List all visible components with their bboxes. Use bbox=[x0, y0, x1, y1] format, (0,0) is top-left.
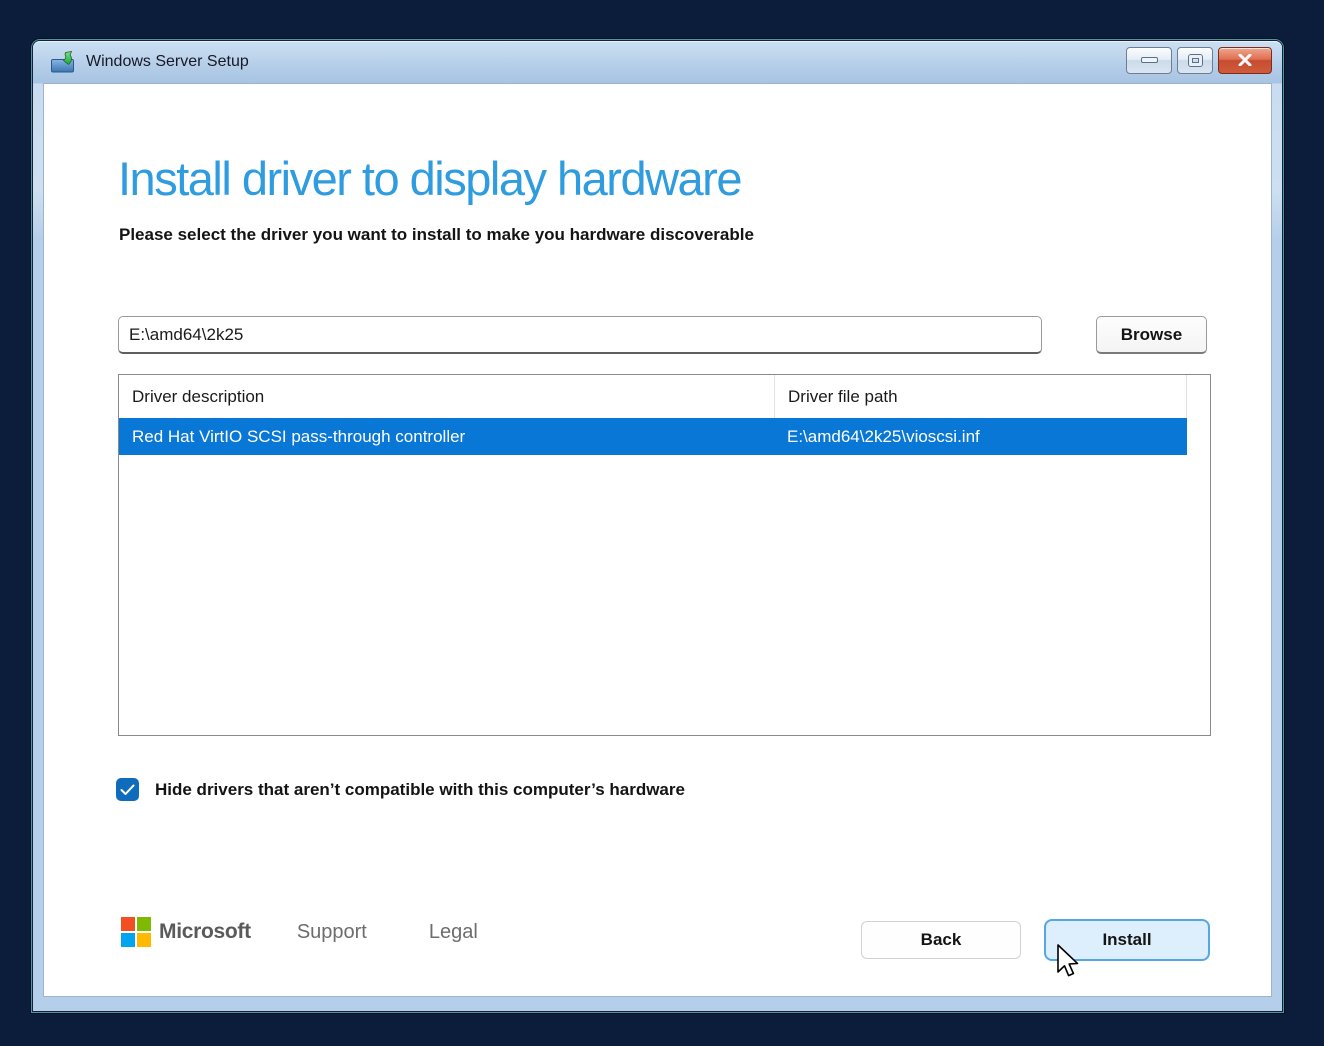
window-title: Windows Server Setup bbox=[86, 53, 1126, 71]
minimize-icon bbox=[1141, 57, 1158, 63]
driver-path-cell: E:\amd64\2k25\vioscsi.inf bbox=[774, 418, 1187, 455]
footer: Microsoft Support Legal bbox=[121, 917, 478, 947]
desktop: { "window": { "title": "Windows Server S… bbox=[0, 0, 1324, 1046]
driver-path-input[interactable] bbox=[118, 316, 1042, 354]
driver-table-header: Driver description Driver file path bbox=[119, 375, 1210, 418]
window-controls bbox=[1126, 47, 1272, 74]
driver-table: Driver description Driver file path Red … bbox=[118, 374, 1211, 736]
driver-description-cell: Red Hat VirtIO SCSI pass-through control… bbox=[119, 418, 774, 455]
column-header-file-path[interactable]: Driver file path bbox=[774, 375, 1187, 418]
checkmark-icon bbox=[120, 784, 135, 796]
microsoft-logo bbox=[121, 917, 151, 947]
back-button[interactable]: Back bbox=[861, 921, 1021, 959]
hide-incompatible-checkbox[interactable] bbox=[116, 778, 139, 801]
close-button[interactable] bbox=[1218, 47, 1272, 74]
support-link[interactable]: Support bbox=[297, 921, 367, 944]
minimize-button[interactable] bbox=[1126, 47, 1172, 74]
setup-window: Windows Server Setup Install driver to d… bbox=[32, 40, 1283, 1012]
page-title: Install driver to display hardware bbox=[118, 150, 741, 208]
dialog-content: Install driver to display hardware Pleas… bbox=[43, 83, 1272, 997]
legal-link[interactable]: Legal bbox=[429, 921, 478, 944]
maximize-icon bbox=[1189, 55, 1202, 66]
brand-name: Microsoft bbox=[159, 920, 251, 944]
column-header-description[interactable]: Driver description bbox=[119, 375, 774, 418]
titlebar[interactable]: Windows Server Setup bbox=[33, 41, 1282, 83]
hide-incompatible-label[interactable]: Hide drivers that aren’t compatible with… bbox=[155, 780, 685, 800]
install-button[interactable]: Install bbox=[1044, 919, 1210, 961]
browse-button[interactable]: Browse bbox=[1096, 316, 1207, 354]
driver-row[interactable]: Red Hat VirtIO SCSI pass-through control… bbox=[119, 418, 1187, 455]
close-icon bbox=[1238, 54, 1252, 66]
maximize-button[interactable] bbox=[1177, 47, 1213, 74]
hide-incompatible-row: Hide drivers that aren’t compatible with… bbox=[116, 778, 685, 801]
install-driver-icon bbox=[49, 50, 77, 74]
page-subtitle: Please select the driver you want to ins… bbox=[119, 225, 754, 245]
